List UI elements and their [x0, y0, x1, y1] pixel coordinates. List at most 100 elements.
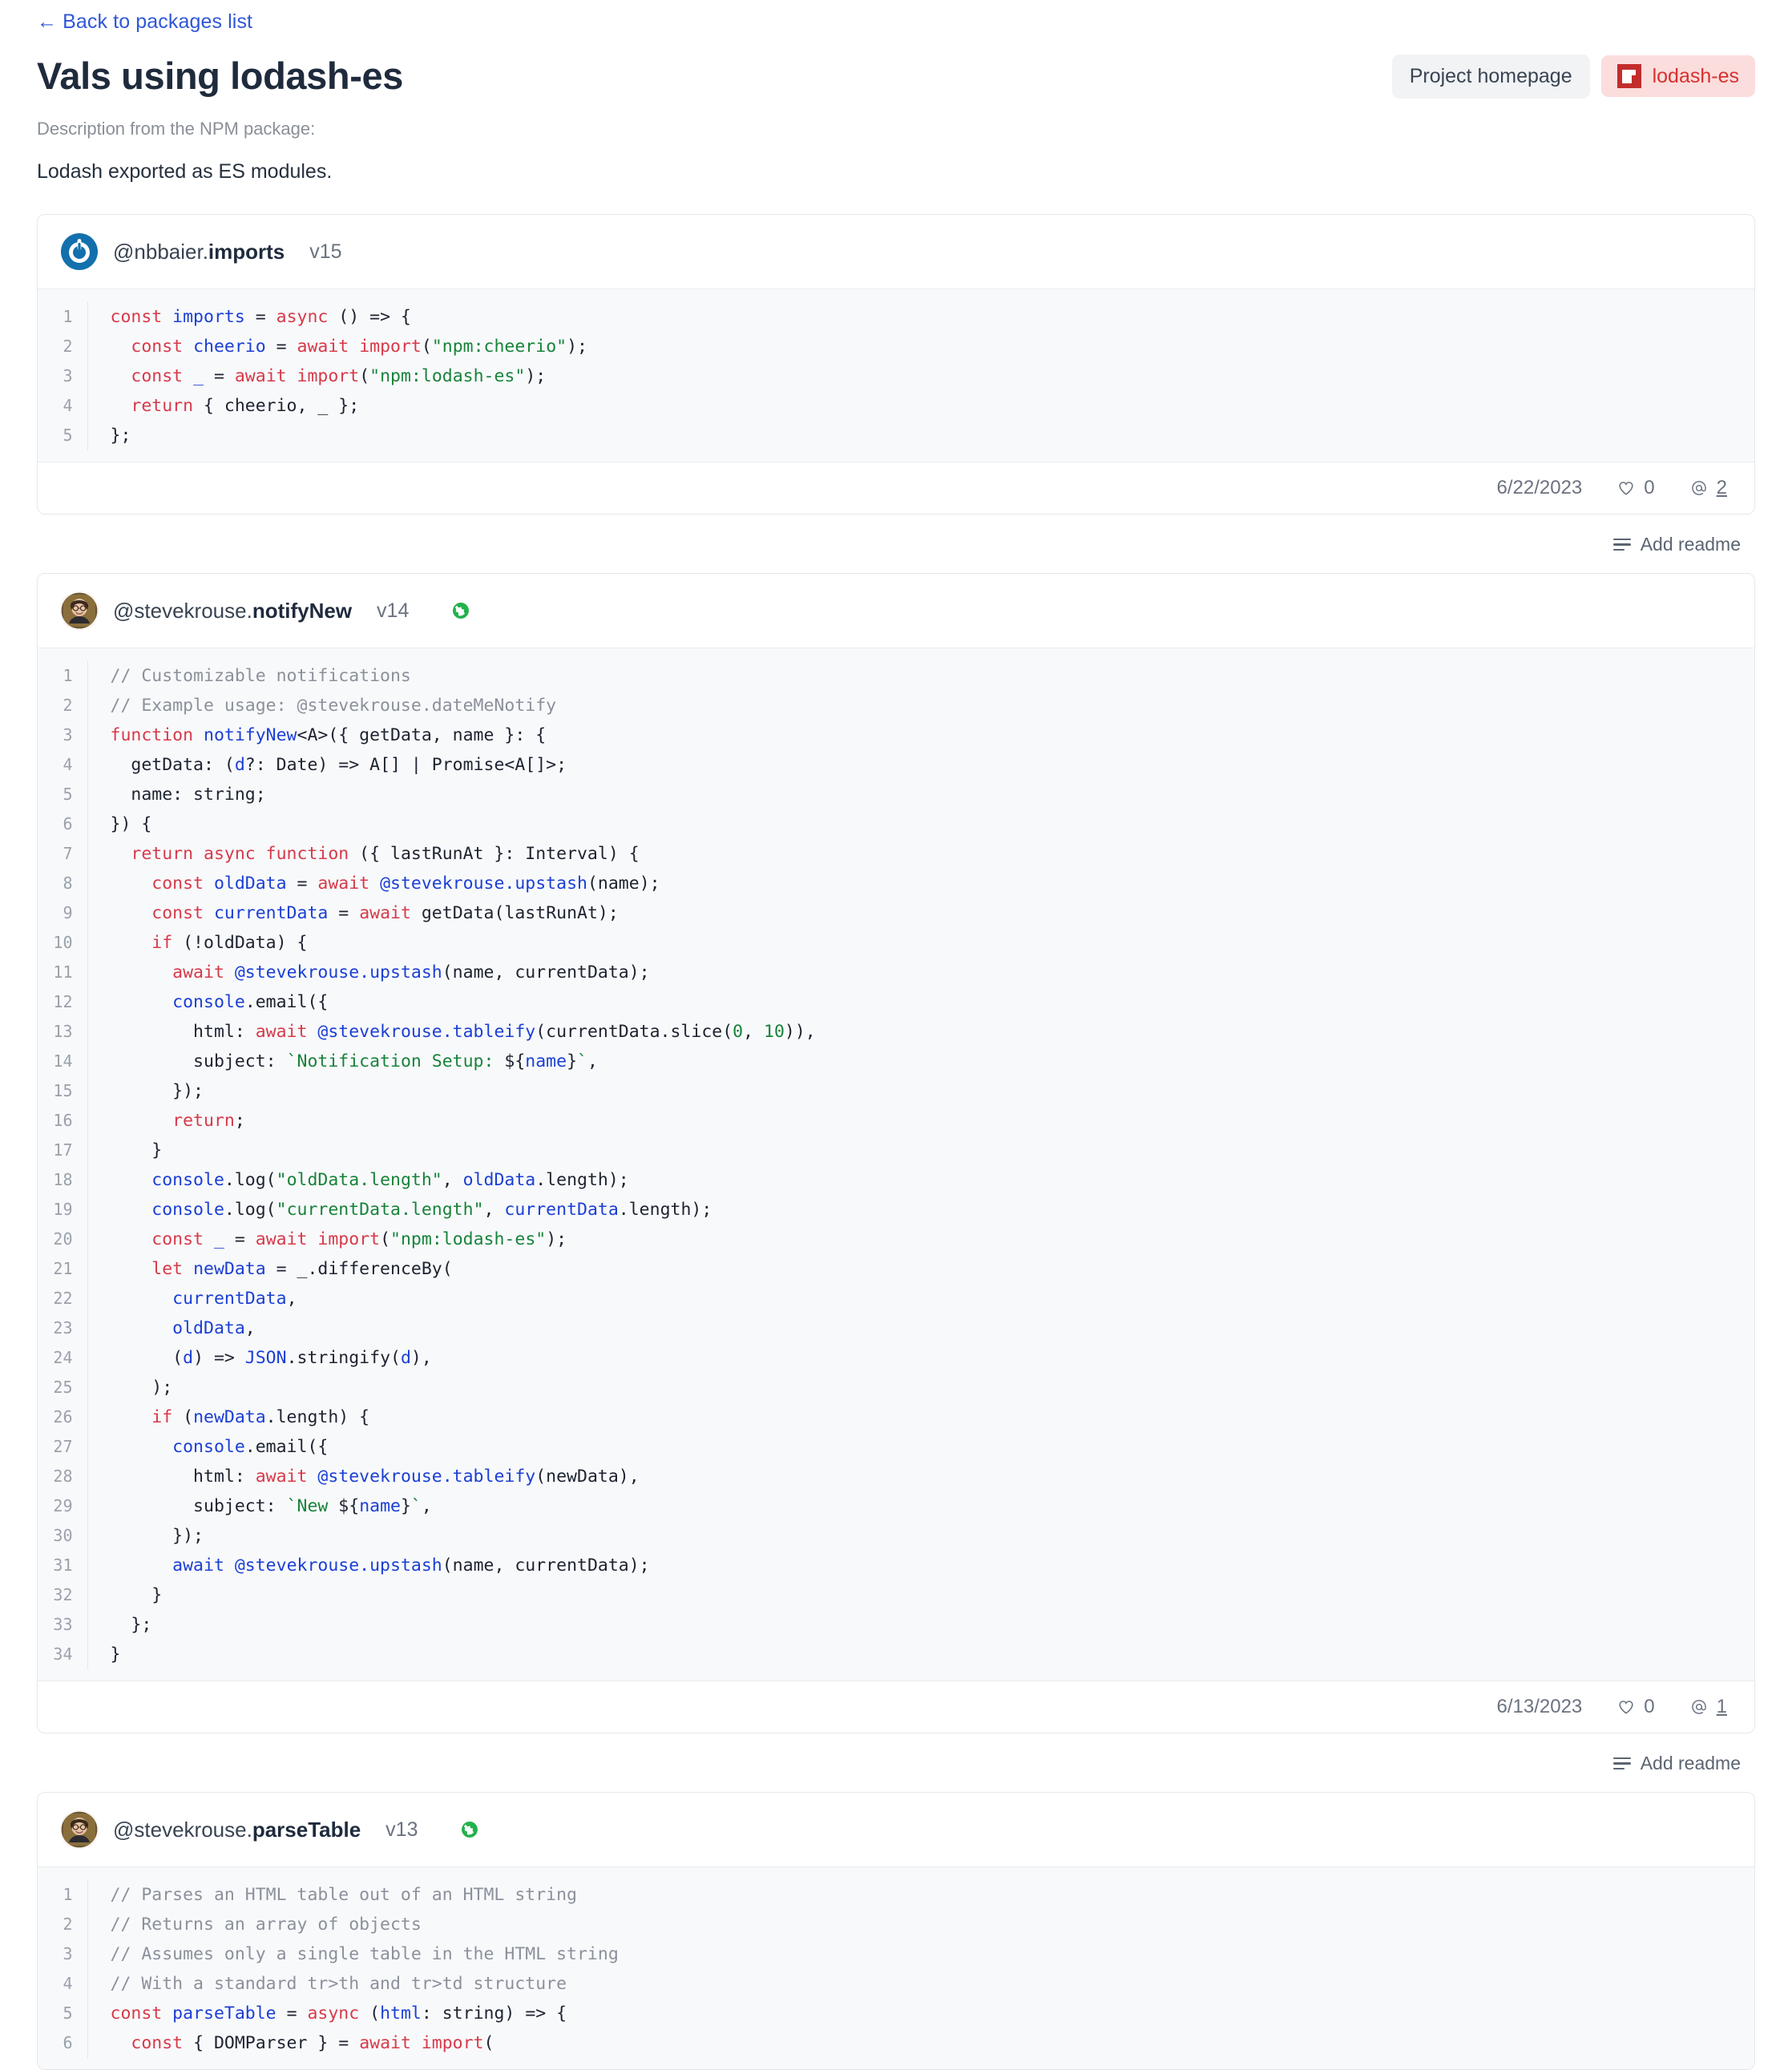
line-number: 14 [38, 1047, 87, 1076]
code-line: 29 subject: `New ${name}`, [38, 1491, 1754, 1521]
code-line: 16 return; [38, 1106, 1754, 1136]
references-count-link[interactable]: 2 [1717, 477, 1727, 499]
line-number: 19 [38, 1195, 87, 1225]
line-number: 3 [38, 720, 87, 750]
code-text: const parseTable = async (html: string) … [87, 1999, 1754, 2028]
add-readme-label: Add readme [1641, 1753, 1741, 1774]
line-number: 2 [38, 1910, 87, 1939]
code-text: ); [87, 1373, 1754, 1402]
code-line: 1// Parses an HTML table out of an HTML … [38, 1880, 1754, 1910]
val-card[interactable]: @stevekrouse.parseTable v13 1// Parses a… [37, 1792, 1755, 2070]
code-text: return async function ({ lastRunAt }: In… [87, 839, 1754, 869]
code-line: 3function notifyNew<A>({ getData, name }… [38, 720, 1754, 750]
code-line: 18 console.log("oldData.length", oldData… [38, 1165, 1754, 1195]
line-number: 5 [38, 780, 87, 809]
code-line: 25 ); [38, 1373, 1754, 1402]
code-text: html: await @stevekrouse.tableify(newDat… [87, 1462, 1754, 1491]
code-line: 4 getData: (d?: Date) => A[] | Promise<A… [38, 750, 1754, 780]
code-text: // Example usage: @stevekrouse.dateMeNot… [87, 691, 1754, 720]
line-number: 12 [38, 987, 87, 1017]
code-block[interactable]: 1const imports = async () => {2 const ch… [38, 289, 1754, 462]
code-line: 22 currentData, [38, 1284, 1754, 1313]
code-line: 32 } [38, 1580, 1754, 1610]
line-number: 21 [38, 1254, 87, 1284]
val-card-header: @stevekrouse.parseTable v13 [38, 1793, 1754, 1867]
line-number: 1 [38, 302, 87, 332]
package-detail-page: ← Back to packages list Vals using lodas… [0, 0, 1792, 2070]
val-card[interactable]: @nbbaier.imports v15 1const imports = as… [37, 214, 1755, 514]
val-card-footer: 6/13/2023 0 1 [38, 1681, 1754, 1733]
text-lines-icon [1613, 539, 1631, 551]
code-block[interactable]: 1// Customizable notifications2// Exampl… [38, 648, 1754, 1681]
code-text: const oldData = await @stevekrouse.upsta… [87, 869, 1754, 898]
line-number: 4 [38, 391, 87, 421]
back-to-packages-link[interactable]: ← Back to packages list [37, 0, 252, 34]
code-line: 4 return { cheerio, _ }; [38, 391, 1754, 421]
code-text: (d) => JSON.stringify(d), [87, 1343, 1754, 1373]
code-text: return; [87, 1106, 1754, 1136]
page-title-row: Vals using lodash-es Project homepage lo… [37, 51, 1755, 101]
line-number: 3 [38, 1939, 87, 1969]
npm-package-label: lodash-es [1653, 65, 1739, 88]
text-lines-icon [1613, 1757, 1631, 1770]
val-title[interactable]: @stevekrouse.notifyNew [113, 599, 352, 623]
val-card-header: @stevekrouse.notifyNew v14 [38, 574, 1754, 648]
vals-list: @nbbaier.imports v15 1const imports = as… [37, 214, 1755, 2070]
line-number: 20 [38, 1225, 87, 1254]
code-line: 10 if (!oldData) { [38, 928, 1754, 958]
line-number: 6 [38, 809, 87, 839]
line-number: 34 [38, 1640, 87, 1669]
references-count-link[interactable]: 1 [1717, 1696, 1727, 1718]
val-references[interactable]: 2 [1690, 477, 1727, 499]
val-likes[interactable]: 0 [1617, 1696, 1654, 1718]
code-line: 13 html: await @stevekrouse.tableify(cur… [38, 1017, 1754, 1047]
avatar[interactable] [60, 591, 99, 630]
npm-package-button[interactable]: lodash-es [1601, 55, 1755, 97]
public-globe-icon [459, 1819, 480, 1840]
code-line: 15 }); [38, 1076, 1754, 1106]
code-line: 5 name: string; [38, 780, 1754, 809]
code-line: 1const imports = async () => { [38, 302, 1754, 332]
code-text: // Returns an array of objects [87, 1910, 1754, 1939]
code-text: await @stevekrouse.upstash(name, current… [87, 1551, 1754, 1580]
line-number: 5 [38, 1999, 87, 2028]
code-line: 2 const cheerio = await import("npm:chee… [38, 332, 1754, 361]
code-text: if (newData.length) { [87, 1402, 1754, 1432]
code-text: }) { [87, 809, 1754, 839]
line-number: 7 [38, 839, 87, 869]
code-text: console.log("oldData.length", oldData.le… [87, 1165, 1754, 1195]
add-readme-button[interactable]: Add readme [1613, 534, 1741, 555]
code-line: 33 }; [38, 1610, 1754, 1640]
code-text: } [87, 1640, 1754, 1669]
line-number: 23 [38, 1313, 87, 1343]
code-line: 6 const { DOMParser } = await import( [38, 2028, 1754, 2058]
code-text: subject: `New ${name}`, [87, 1491, 1754, 1521]
project-homepage-button[interactable]: Project homepage [1392, 54, 1590, 99]
val-title[interactable]: @nbbaier.imports [113, 240, 285, 264]
line-number: 17 [38, 1136, 87, 1165]
code-text: }); [87, 1076, 1754, 1106]
line-number: 1 [38, 661, 87, 691]
line-number: 6 [38, 2028, 87, 2058]
code-line: 7 return async function ({ lastRunAt }: … [38, 839, 1754, 869]
code-block[interactable]: 1// Parses an HTML table out of an HTML … [38, 1867, 1754, 2069]
add-readme-button[interactable]: Add readme [1613, 1753, 1741, 1774]
avatar[interactable] [60, 232, 99, 271]
code-line: 8 const oldData = await @stevekrouse.ups… [38, 869, 1754, 898]
line-number: 26 [38, 1402, 87, 1432]
val-card[interactable]: @stevekrouse.notifyNew v14 1// Customiza… [37, 573, 1755, 1733]
avatar[interactable] [60, 1810, 99, 1849]
code-text: oldData, [87, 1313, 1754, 1343]
val-date: 6/22/2023 [1497, 477, 1583, 499]
code-text: console.log("currentData.length", curren… [87, 1195, 1754, 1225]
npm-icon [1617, 64, 1641, 88]
code-line: 2// Returns an array of objects [38, 1910, 1754, 1939]
add-readme-row: Add readme [37, 514, 1755, 573]
val-likes[interactable]: 0 [1617, 477, 1654, 499]
code-line: 2// Example usage: @stevekrouse.dateMeNo… [38, 691, 1754, 720]
line-number: 33 [38, 1610, 87, 1640]
code-text: const currentData = await getData(lastRu… [87, 898, 1754, 928]
val-title[interactable]: @stevekrouse.parseTable [113, 1818, 361, 1842]
val-references[interactable]: 1 [1690, 1696, 1727, 1718]
code-text: // Parses an HTML table out of an HTML s… [87, 1880, 1754, 1910]
